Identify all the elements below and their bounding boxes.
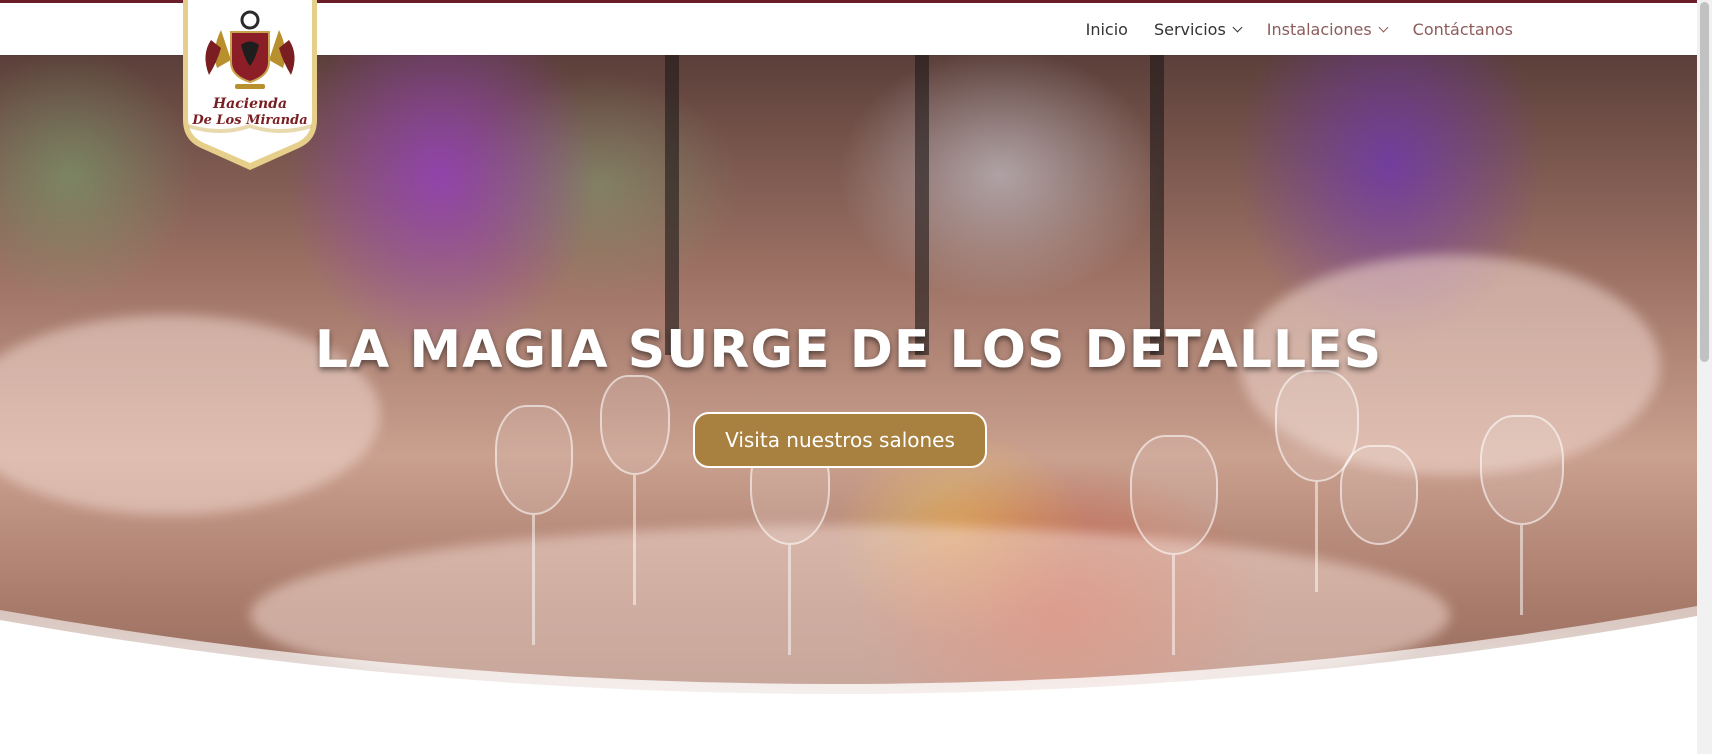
window-frame [665, 55, 679, 355]
logo-name-line2: De Los Miranda [191, 113, 307, 128]
nav-item-label: Inicio [1085, 19, 1128, 39]
glass-stem [633, 475, 636, 605]
chevron-down-icon [1232, 22, 1243, 32]
hero-bottom-curve [0, 606, 1697, 754]
wine-glass [1130, 435, 1218, 555]
glass-stem [1315, 482, 1318, 592]
nav-item-servicios[interactable]: Servicios [1153, 19, 1243, 39]
page-scrollbar[interactable] [1697, 0, 1712, 754]
wine-glass [1480, 415, 1564, 525]
nav-item-label: Instalaciones [1266, 19, 1372, 39]
wine-glass [600, 375, 670, 475]
nav-item-contactanos[interactable]: Contáctanos [1413, 20, 1513, 39]
wine-glass [495, 405, 573, 515]
hacienda-logo[interactable]: Hacienda De Los Miranda [181, 0, 319, 172]
wine-glass [1340, 445, 1418, 545]
nav-item-label: Servicios [1153, 19, 1226, 39]
scrollbar-thumb[interactable] [1700, 2, 1709, 362]
main-nav: Inicio Servicios Instalaciones Contáctan… [1086, 3, 1513, 55]
nav-item-inicio[interactable]: Inicio [1086, 20, 1128, 39]
logo-name-line1: Hacienda [212, 96, 287, 112]
window-frame [915, 55, 929, 355]
nav-item-label: Contáctanos [1412, 19, 1513, 39]
visit-salons-button[interactable]: Visita nuestros salones [693, 412, 987, 468]
window-frame [1150, 55, 1164, 355]
hero-title: LA MAGIA SURGE DE LOS DETALLES [314, 320, 1383, 380]
nav-item-instalaciones[interactable]: Instalaciones [1266, 19, 1389, 39]
chevron-down-icon [1378, 22, 1389, 32]
